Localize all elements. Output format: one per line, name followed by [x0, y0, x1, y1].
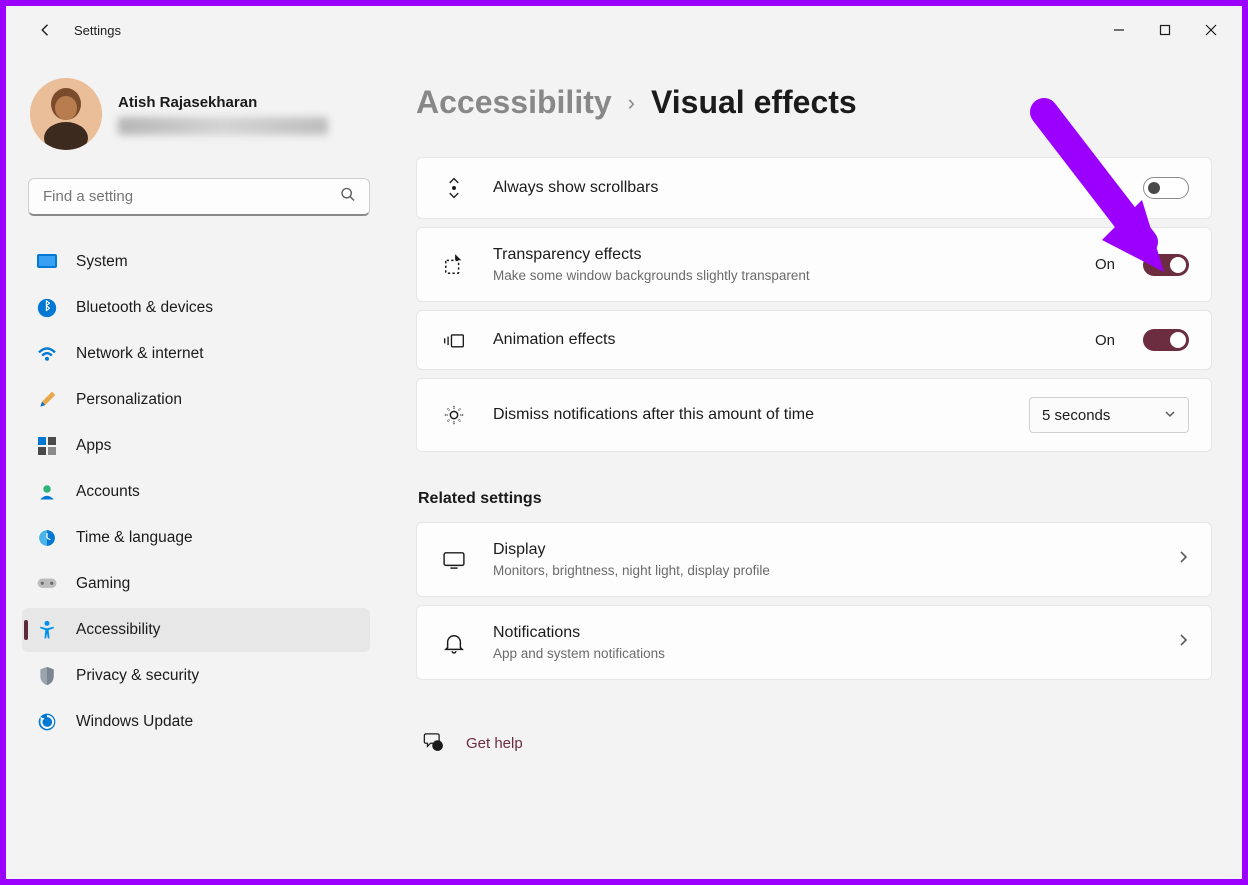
animation-icon — [439, 331, 469, 349]
sidebar-item-accessibility[interactable]: Accessibility — [22, 608, 370, 652]
sidebar-item-privacy[interactable]: Privacy & security — [22, 654, 370, 698]
close-button[interactable] — [1188, 12, 1234, 48]
help-chat-icon: ? — [422, 730, 444, 757]
setting-transparency: Transparency effects Make some window ba… — [416, 227, 1212, 302]
nav-list: System Bluetooth & devices Network & int… — [22, 240, 376, 744]
sidebar-item-bluetooth[interactable]: Bluetooth & devices — [22, 286, 370, 330]
bluetooth-icon — [36, 297, 58, 319]
toggle-state-label: Off — [1095, 180, 1115, 197]
search-wrap — [28, 178, 370, 216]
sidebar-item-label: Personalization — [76, 391, 182, 409]
gaming-icon — [36, 573, 58, 595]
setting-dismiss-notifications: Dismiss notifications after this amount … — [416, 378, 1212, 452]
get-help-label: Get help — [466, 735, 523, 752]
toggle-state-label: On — [1095, 256, 1115, 273]
accessibility-icon — [36, 619, 58, 641]
setting-animation: Animation effects On — [416, 310, 1212, 370]
sidebar-item-label: Network & internet — [76, 345, 204, 363]
chevron-right-icon: › — [628, 90, 635, 116]
related-subtitle: App and system notifications — [493, 646, 1153, 661]
sidebar-item-label: System — [76, 253, 128, 271]
sidebar-item-personalization[interactable]: Personalization — [22, 378, 370, 422]
profile-name: Atish Rajasekharan — [118, 94, 328, 111]
paintbrush-icon — [36, 389, 58, 411]
window-controls — [1096, 12, 1234, 48]
sidebar-item-label: Accessibility — [76, 621, 160, 639]
svg-text:?: ? — [436, 743, 440, 750]
wifi-icon — [36, 343, 58, 365]
sidebar-item-apps[interactable]: Apps — [22, 424, 370, 468]
sidebar-item-time[interactable]: Time & language — [22, 516, 370, 560]
dismiss-timeout-select[interactable]: 5 seconds — [1029, 397, 1189, 433]
clock-globe-icon — [36, 527, 58, 549]
update-icon — [36, 711, 58, 733]
related-title: Display — [493, 541, 1153, 559]
sidebar-item-gaming[interactable]: Gaming — [22, 562, 370, 606]
search-input[interactable] — [28, 178, 370, 216]
sidebar-item-label: Bluetooth & devices — [76, 299, 213, 317]
toggle-state-label: On — [1095, 332, 1115, 349]
sidebar-item-label: Time & language — [76, 529, 193, 547]
related-settings-header: Related settings — [418, 490, 1212, 508]
avatar — [30, 78, 102, 150]
related-display[interactable]: Display Monitors, brightness, night ligh… — [416, 522, 1212, 597]
sidebar-item-system[interactable]: System — [22, 240, 370, 284]
related-subtitle: Monitors, brightness, night light, displ… — [493, 563, 1153, 578]
related-notifications[interactable]: Notifications App and system notificatio… — [416, 605, 1212, 680]
sidebar: Atish Rajasekharan System Bluetooth & de… — [6, 54, 386, 879]
app-title: Settings — [74, 23, 121, 38]
profile-email-redacted — [118, 117, 328, 135]
main-content: Accessibility › Visual effects Always sh… — [386, 54, 1242, 879]
apps-icon — [36, 435, 58, 457]
scrollbar-icon — [439, 176, 469, 200]
minimize-button[interactable] — [1096, 12, 1142, 48]
transparency-toggle[interactable] — [1143, 254, 1189, 276]
titlebar: Settings — [6, 6, 1242, 54]
chevron-right-icon — [1177, 633, 1189, 652]
sidebar-item-label: Windows Update — [76, 713, 193, 731]
select-value: 5 seconds — [1042, 407, 1110, 424]
related-title: Notifications — [493, 624, 1153, 642]
accounts-icon — [36, 481, 58, 503]
profile-info: Atish Rajasekharan — [118, 94, 328, 135]
breadcrumb: Accessibility › Visual effects — [416, 84, 1212, 121]
back-button[interactable] — [26, 10, 66, 50]
get-help-row[interactable]: ? Get help — [416, 730, 1212, 757]
sidebar-item-label: Accounts — [76, 483, 140, 501]
bell-icon — [439, 632, 469, 654]
brightness-icon — [439, 404, 469, 426]
animation-toggle[interactable] — [1143, 329, 1189, 351]
chevron-down-icon — [1164, 407, 1176, 424]
display-icon — [439, 551, 469, 569]
setting-title: Animation effects — [493, 331, 1071, 349]
shield-icon — [36, 665, 58, 687]
setting-scrollbars: Always show scrollbars Off — [416, 157, 1212, 219]
setting-subtitle: Make some window backgrounds slightly tr… — [493, 268, 1071, 283]
profile-header[interactable]: Atish Rajasekharan — [22, 62, 376, 160]
sidebar-item-label: Privacy & security — [76, 667, 199, 685]
sidebar-item-label: Gaming — [76, 575, 130, 593]
page-title: Visual effects — [651, 84, 857, 121]
app-window: Settings Atish Rajasekharan — [0, 0, 1248, 885]
scrollbars-toggle[interactable] — [1143, 177, 1189, 199]
transparency-icon — [439, 254, 469, 276]
sidebar-item-update[interactable]: Windows Update — [22, 700, 370, 744]
search-icon — [340, 187, 356, 208]
setting-title: Dismiss notifications after this amount … — [493, 406, 1005, 424]
setting-title: Always show scrollbars — [493, 179, 1071, 197]
sidebar-item-network[interactable]: Network & internet — [22, 332, 370, 376]
system-icon — [36, 251, 58, 273]
breadcrumb-parent[interactable]: Accessibility — [416, 84, 612, 121]
content-body: Atish Rajasekharan System Bluetooth & de… — [6, 54, 1242, 879]
setting-title: Transparency effects — [493, 246, 1071, 264]
sidebar-item-label: Apps — [76, 437, 111, 455]
chevron-right-icon — [1177, 550, 1189, 569]
maximize-button[interactable] — [1142, 12, 1188, 48]
sidebar-item-accounts[interactable]: Accounts — [22, 470, 370, 514]
